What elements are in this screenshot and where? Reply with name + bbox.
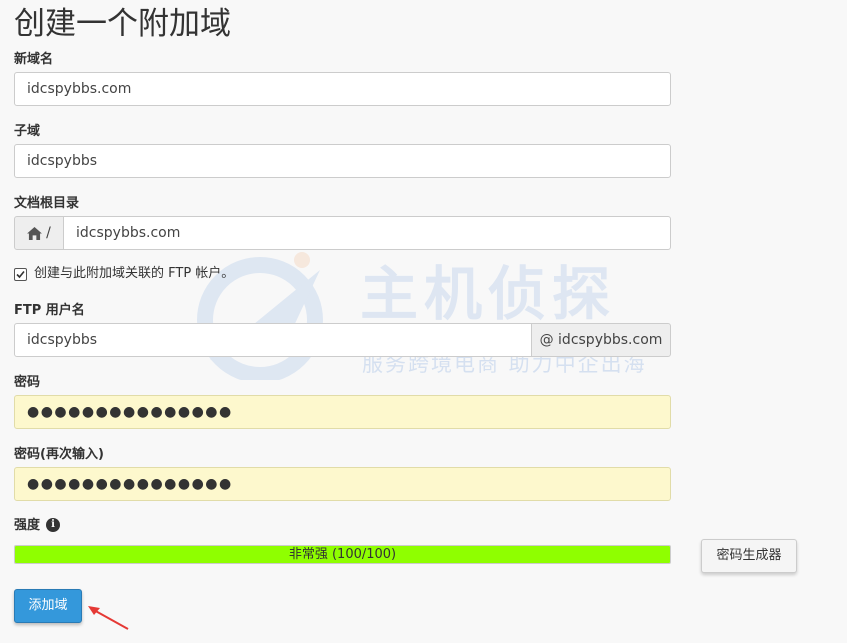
page-title: 创建一个附加域 [14,6,231,42]
password-input[interactable]: ●●●●●●●●●●●●●●● [14,395,671,429]
strength-meter-text: 非常强 (100/100) [288,547,397,562]
ftp-account-checkbox[interactable] [14,268,27,281]
ftp-account-checkbox-label[interactable]: 创建与此附加域关联的 FTP 帐户。 [34,265,234,283]
home-icon [27,226,43,240]
info-icon[interactable]: i [46,518,60,532]
ftp-domain-suffix: @ idcspybbs.com [531,323,671,357]
strength-label: 强度 [14,518,41,533]
checkmark-icon [16,270,25,279]
docroot-input[interactable]: idcspybbs.com [63,216,671,250]
strength-meter: 非常强 (100/100) [14,545,671,564]
password-label: 密码 [14,375,41,390]
new-domain-input[interactable]: idcspybbs.com [14,72,671,106]
ftp-username-label: FTP 用户名 [14,303,85,318]
docroot-prefix: / [46,225,51,241]
password-generator-button[interactable]: 密码生成器 [701,539,797,573]
password-confirm-input[interactable]: ●●●●●●●●●●●●●●● [14,467,671,501]
ftp-username-input[interactable]: idcspybbs [14,323,532,357]
add-domain-button[interactable]: 添加域 [14,589,82,623]
watermark-text: 主机侦探 [360,260,617,328]
docroot-label: 文档根目录 [14,196,80,211]
subdomain-label: 子域 [14,124,41,139]
annotation-arrow-icon [88,606,129,630]
subdomain-input[interactable]: idcspybbs [14,144,671,178]
password-confirm-label: 密码(再次输入) [14,447,104,462]
new-domain-label: 新域名 [14,52,54,67]
docroot-home-addon: / [14,216,64,250]
